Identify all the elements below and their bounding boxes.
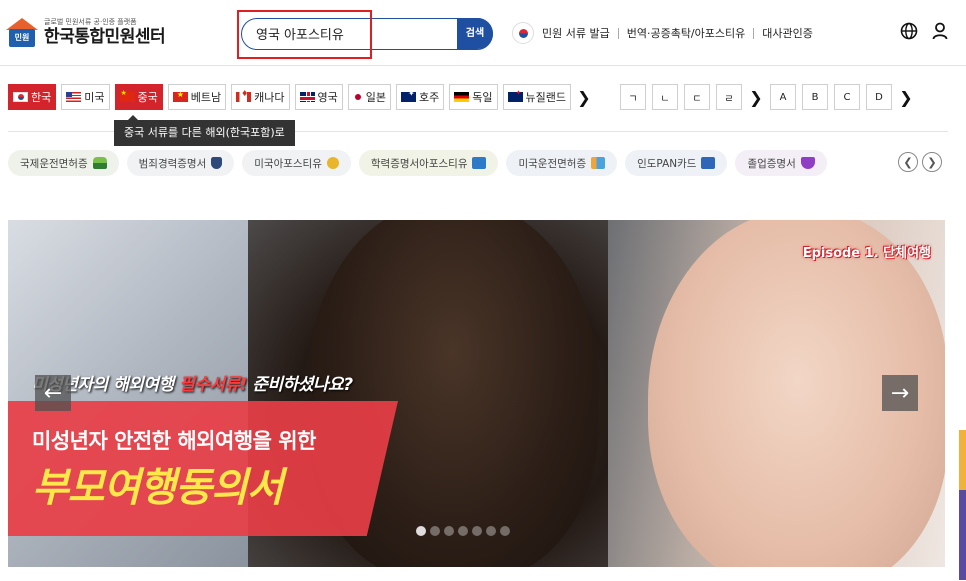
- letter-next-chevron-icon[interactable]: ❯: [898, 84, 914, 110]
- shield-icon: [211, 157, 223, 169]
- newzealand-flag-icon: [507, 89, 523, 102]
- chip-criminal-record[interactable]: 범죄경력증명서: [126, 150, 235, 176]
- chip-international-license[interactable]: 국제운전면허증: [8, 150, 119, 176]
- country-tab-uk[interactable]: 영국: [294, 84, 343, 110]
- banner-pagination-dot[interactable]: [458, 526, 468, 536]
- folder-icon: [472, 157, 487, 169]
- banner-episode-label: Episode 1. 단체여행: [802, 246, 931, 261]
- country-tab-usa[interactable]: 미국: [61, 84, 110, 110]
- search-button[interactable]: 검색: [457, 18, 493, 49]
- letter-index-item[interactable]: D: [866, 84, 892, 110]
- chip-us-apostille[interactable]: 미국아포스티유: [242, 150, 351, 176]
- uk-flag-icon: [299, 92, 315, 102]
- banner-next-arrow-icon[interactable]: →: [882, 375, 918, 411]
- banner-pagination-dot[interactable]: [472, 526, 482, 536]
- japan-flag-icon: [352, 92, 363, 102]
- nav-link-issuance[interactable]: 민원 서류 발급: [542, 25, 610, 41]
- top-nav: 민원 서류 발급 번역·공증촉탁/아포스티유 대사관인증: [512, 22, 813, 44]
- country-next-chevron-icon[interactable]: ❯: [576, 84, 592, 110]
- car-icon: [92, 157, 107, 169]
- letter-index-item[interactable]: ㄷ: [684, 84, 710, 110]
- banner-pagination: [416, 526, 510, 536]
- chip-carousel-nav: ❮ ❯: [898, 152, 942, 172]
- canada-flag-icon: [236, 89, 252, 102]
- usa-flag-icon: [66, 92, 82, 102]
- right-edge-strip: [959, 300, 966, 581]
- country-tooltip: 중국 서류를 다른 해외(한국포함)로: [114, 115, 295, 146]
- vietnam-flag-icon: [172, 90, 188, 102]
- country-tab-china[interactable]: 중국: [114, 84, 163, 110]
- china-flag-icon: [119, 89, 135, 102]
- chip-us-license[interactable]: 미국운전면허증: [506, 150, 618, 176]
- banner-prev-arrow-icon[interactable]: ←: [35, 375, 71, 411]
- country-tab-australia[interactable]: 호주: [396, 84, 445, 110]
- banner-pagination-dot[interactable]: [430, 526, 440, 536]
- chip-graduation-certificate[interactable]: 졸업증명서: [735, 150, 827, 176]
- banner-pagination-dot[interactable]: [416, 526, 426, 536]
- letter-index-item[interactable]: ㄴ: [652, 84, 678, 110]
- chip-prev-icon[interactable]: ❮: [898, 152, 918, 172]
- search-input[interactable]: [256, 19, 456, 48]
- hero-banner[interactable]: Episode 1. 단체여행 미성년자의 해외여행 필수서류! 준비하셨나요?…: [8, 220, 945, 567]
- user-icon[interactable]: [932, 22, 948, 45]
- country-selector: 한국 미국 중국 베트남 캐나다 영국 일본 호주 독일 뉴질랜드 ❯: [8, 84, 592, 110]
- nav-link-translation-apostille[interactable]: 번역·공증촉탁/아포스티유: [627, 25, 746, 41]
- logo-title: 한국통합민원센터: [44, 26, 166, 47]
- license-icon: [591, 157, 606, 169]
- country-tab-japan[interactable]: 일본: [347, 84, 391, 110]
- banner-headline: 미성년자의 해외여행 필수서류! 준비하셨나요?: [32, 375, 353, 395]
- medal-icon: [326, 157, 339, 169]
- country-tab-germany[interactable]: 독일: [449, 84, 498, 110]
- letter-index-item[interactable]: B: [802, 84, 828, 110]
- gem-icon: [800, 157, 815, 169]
- site-logo[interactable]: 민원 글로벌 민원서류 공·인증 플랫폼 한국통합민원센터: [6, 16, 166, 48]
- korea-flag-icon: [13, 92, 28, 102]
- quick-service-chips: 국제운전면허증 범죄경력증명서 미국아포스티유 학력증명서아포스티유 미국운전면…: [8, 150, 827, 176]
- globe-icon[interactable]: [900, 22, 918, 45]
- card-icon: [701, 157, 716, 169]
- country-tab-korea[interactable]: 한국: [8, 84, 57, 110]
- australia-flag-icon: [401, 89, 416, 102]
- chip-education-apostille[interactable]: 학력증명서아포스티유: [358, 150, 499, 176]
- logo-house-icon: 민원: [6, 16, 38, 48]
- search-bar: 검색: [241, 18, 493, 50]
- letter-index-item[interactable]: C: [834, 84, 860, 110]
- korea-flag-icon: [512, 22, 534, 44]
- logo-subtitle: 글로벌 민원서류 공·인증 플랫폼: [44, 17, 137, 26]
- letter-index: ㄱ ㄴ ㄷ ㄹ ❯ A B C D ❯: [620, 84, 914, 110]
- banner-subtitle: 미성년자 안전한 해외여행을 위한: [32, 429, 316, 453]
- chip-next-icon[interactable]: ❯: [922, 152, 942, 172]
- banner-pagination-dot[interactable]: [486, 526, 496, 536]
- germany-flag-icon: [454, 92, 470, 102]
- letter-index-item[interactable]: A: [770, 84, 796, 110]
- site-header: 민원 글로벌 민원서류 공·인증 플랫폼 한국통합민원센터 검색 민원 서류 발…: [0, 0, 966, 66]
- letter-index-item[interactable]: ㄱ: [620, 84, 646, 110]
- country-tab-vietnam[interactable]: 베트남: [167, 84, 227, 110]
- nav-link-embassy-certification[interactable]: 대사관인증: [762, 25, 813, 41]
- chip-india-pan-card[interactable]: 인도PAN카드: [625, 150, 728, 176]
- letter-index-item[interactable]: ㄹ: [716, 84, 742, 110]
- country-tab-canada[interactable]: 캐나다: [231, 84, 290, 110]
- banner-pagination-dot[interactable]: [500, 526, 510, 536]
- banner-title: 부모여행동의서: [32, 465, 284, 511]
- letter-next-chevron-icon[interactable]: ❯: [748, 84, 764, 110]
- country-tab-newzealand[interactable]: 뉴질랜드: [502, 84, 571, 110]
- banner-pagination-dot[interactable]: [444, 526, 454, 536]
